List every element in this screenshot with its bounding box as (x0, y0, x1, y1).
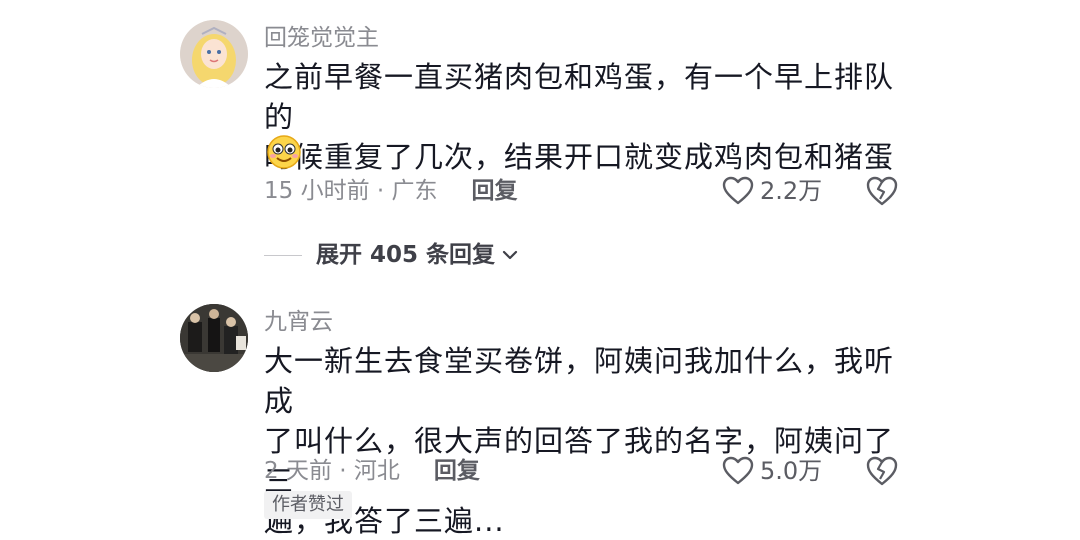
like-button[interactable]: 2.2万 (722, 176, 822, 206)
dislike-button[interactable] (865, 455, 899, 489)
avatar[interactable] (180, 304, 248, 372)
chevron-down-icon (502, 250, 518, 260)
comment-text-line: 大一新生去食堂买卷饼，阿姨问我加什么，我听成 (264, 344, 895, 418)
comment-text-line: 时候重复了几次，结果开口就变成鸡肉包和猪蛋 (264, 140, 895, 174)
dislike-button[interactable] (865, 175, 899, 209)
reply-button[interactable]: 回复 (472, 176, 518, 206)
comment-text-line: 之前早餐一直买猪肉包和鸡蛋，有一个早上排队的 (264, 60, 895, 134)
time-location: 15 小时前 · 广东 (264, 178, 438, 204)
heart-icon (722, 176, 754, 205)
like-count: 2.2万 (760, 177, 823, 205)
divider-line (264, 254, 302, 256)
broken-heart-icon (866, 456, 898, 486)
like-button[interactable]: 5.0万 (722, 456, 822, 486)
broken-heart-icon (866, 176, 898, 206)
like-count: 5.0万 (760, 457, 823, 485)
expand-replies-label: 展开 405 条回复 (316, 242, 496, 268)
time-location: 2 天前 · 河北 (264, 458, 400, 484)
username[interactable]: 回笼觉觉主 (264, 23, 379, 53)
comment-meta: 2 天前 · 河北 回复 (264, 456, 480, 486)
expand-replies-button[interactable]: 展开 405 条回复 (264, 240, 521, 270)
comment-text: 之前早餐一直买猪肉包和鸡蛋，有一个早上排队的 时候重复了几次，结果开口就变成鸡肉… (264, 57, 904, 177)
author-liked-badge: 作者赞过 (264, 491, 352, 519)
comment-meta: 15 小时前 · 广东 回复 (264, 176, 518, 206)
comment-text-line: 遍，我答了三遍... (264, 504, 505, 538)
smiling-face-emoji-icon (266, 134, 302, 170)
avatar[interactable] (180, 20, 248, 88)
reply-button[interactable]: 回复 (434, 456, 480, 486)
username[interactable]: 九宵云 (264, 307, 333, 337)
heart-icon (722, 456, 754, 485)
comment-text: 大一新生去食堂买卷饼，阿姨问我加什么，我听成 了叫什么，很大声的回答了我的名字，… (264, 341, 904, 540)
